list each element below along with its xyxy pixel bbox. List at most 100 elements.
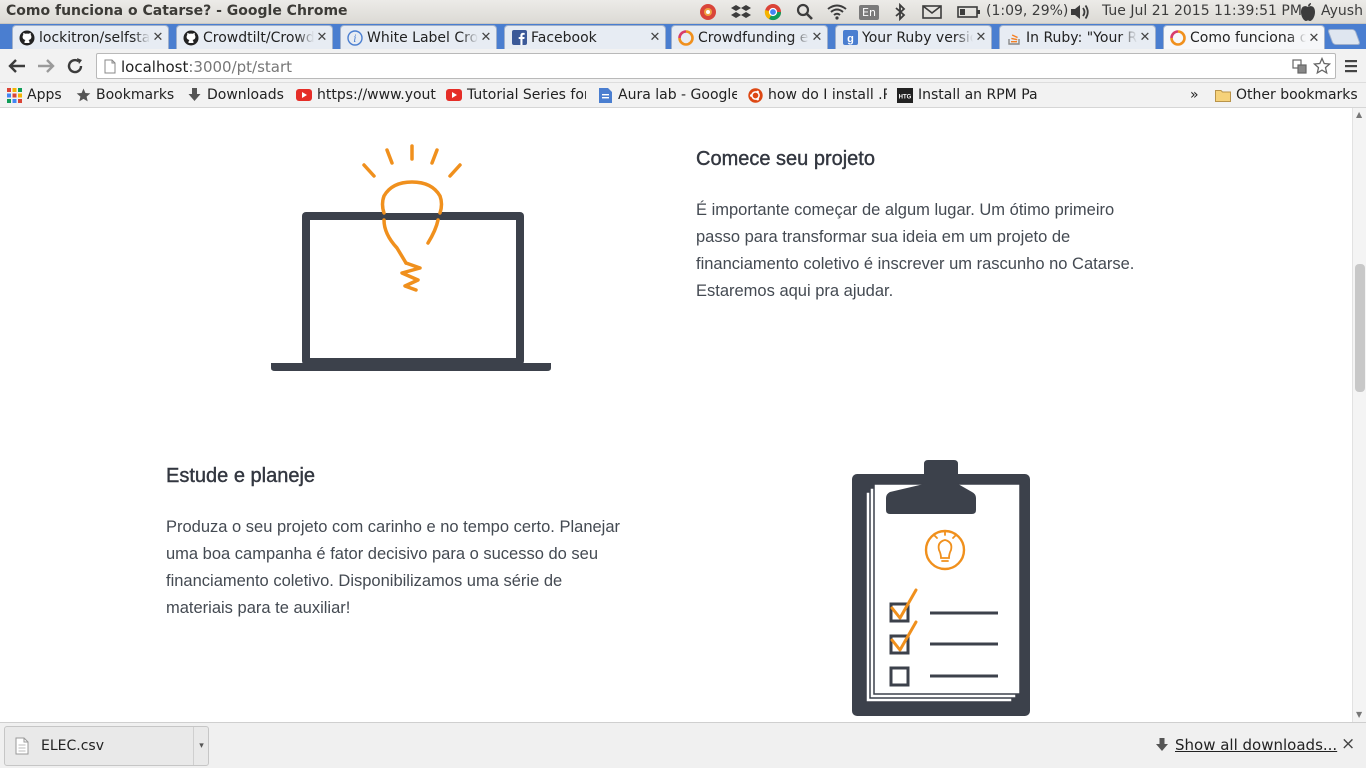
text-line: uma boa campanha é fator decisivo para o… <box>166 545 599 563</box>
bookmark-label: how do I install .RPM <box>768 87 887 103</box>
section-title-comece: Comece seu projeto <box>696 148 875 170</box>
chrome-icon[interactable] <box>762 2 784 22</box>
page-content: Comece seu projeto É importante começar … <box>0 108 1352 722</box>
bookmark-install-rpm-question[interactable]: how do I install .RPM <box>747 85 887 105</box>
hamburger-menu-icon <box>1345 60 1357 73</box>
clock[interactable]: Tue Jul 21 2015 11:39:51 PM <box>1102 3 1302 19</box>
tab-facebook[interactable]: Facebook ✕ <box>504 25 666 49</box>
battery-icon[interactable] <box>955 2 983 22</box>
clipboard-checklist-illustration <box>852 460 1030 716</box>
close-tab-icon[interactable]: ✕ <box>152 30 164 45</box>
tab-label: lockitron/selfstarter <box>39 29 150 46</box>
back-arrow-icon <box>8 59 25 73</box>
tab-label: White Label Crowdfunding <box>367 29 478 46</box>
scroll-up-arrow-icon[interactable]: ▲ <box>1356 110 1362 119</box>
laptop-lightbulb-illustration <box>271 144 551 371</box>
bookmark-label: Install an RPM Package <box>918 87 1037 103</box>
close-tab-icon[interactable]: ✕ <box>975 30 987 45</box>
mail-icon[interactable] <box>920 2 944 22</box>
close-shelf-icon[interactable]: × <box>1341 734 1355 754</box>
url-path: :3000/pt/start <box>188 58 293 76</box>
forward-button[interactable] <box>35 56 57 76</box>
stackoverflow-icon <box>1006 30 1022 46</box>
address-bar[interactable]: localhost:3000/pt/start <box>96 53 1336 79</box>
search-icon[interactable] <box>794 2 816 22</box>
download-options-chevron-icon[interactable]: ▾ <box>193 727 209 765</box>
scroll-down-arrow-icon[interactable]: ▼ <box>1356 710 1362 719</box>
tab-label: Your Ruby version <box>862 29 973 46</box>
folder-icon <box>1215 87 1231 103</box>
battery-status[interactable]: (1:09, 29%) <box>986 3 1068 19</box>
tab-label: Crowdfunding e <box>698 29 809 46</box>
tab-crowdfunding[interactable]: Crowdfunding e ✕ <box>671 25 828 49</box>
bookmark-label: Other bookmarks <box>1236 87 1358 103</box>
bookmark-downloads[interactable]: Downloads <box>186 85 284 105</box>
text-line: financiamento coletivo. Disponibilizamos… <box>166 572 563 590</box>
bookmark-install-rpm-package[interactable]: HTG Install an RPM Package <box>897 85 1037 105</box>
page-icon <box>104 59 116 74</box>
catarse-icon <box>678 29 694 46</box>
tab-in-ruby[interactable]: In Ruby: "Your Ruby ✕ <box>999 25 1156 49</box>
scrollbar-thumb[interactable] <box>1355 264 1365 392</box>
close-tab-icon[interactable]: ✕ <box>480 30 492 45</box>
close-tab-icon[interactable]: ✕ <box>1308 31 1320 46</box>
tab-white-label[interactable]: i White Label Crowdfunding ✕ <box>340 25 497 49</box>
url-text[interactable]: localhost:3000/pt/start <box>121 58 292 76</box>
close-tab-icon[interactable]: ✕ <box>649 30 661 45</box>
dropbox-icon[interactable] <box>730 2 752 22</box>
chrome-menu-button[interactable] <box>1340 56 1362 76</box>
bookmark-aura-lab[interactable]: Aura lab - Google <box>597 85 737 105</box>
tab-como-funciona[interactable]: Como funciona o Catarse? ✕ <box>1163 25 1325 50</box>
tab-crowdtilt[interactable]: Crowdtilt/CrowdtiltOpen ✕ <box>176 25 333 49</box>
bookmark-other-bookmarks[interactable]: Other bookmarks <box>1215 85 1358 105</box>
translate-icon[interactable] <box>1292 59 1307 74</box>
window-title: Como funciona o Catarse? - Google Chrome <box>6 3 348 19</box>
show-all-downloads-link[interactable]: Show all downloads... <box>1175 736 1337 754</box>
language-label: En <box>859 4 879 20</box>
url-host: localhost <box>121 58 189 76</box>
facebook-icon <box>511 30 527 46</box>
browser-toolbar: localhost:3000/pt/start <box>0 49 1366 83</box>
tab-lockitron[interactable]: lockitron/selfstarter ✕ <box>12 25 169 49</box>
new-tab-button[interactable] <box>1327 29 1361 45</box>
page-scrollbar[interactable]: ▲ ▼ <box>1352 108 1366 722</box>
forward-arrow-icon <box>38 59 55 73</box>
text-line: Produza o seu projeto com carinho e no t… <box>166 518 621 536</box>
bookmarks-overflow-button[interactable]: » <box>1190 85 1199 105</box>
ubuntu-icon <box>747 87 763 103</box>
bookmark-label: https://www.youtube <box>317 87 436 103</box>
tab-label: Como funciona o Catarse? <box>1190 30 1306 46</box>
bookmark-apps[interactable]: Apps <box>6 85 62 105</box>
svg-text:HTG: HTG <box>899 94 912 100</box>
file-icon <box>15 737 29 755</box>
bookmark-youtube[interactable]: https://www.youtube <box>296 85 436 105</box>
tab-ruby-version[interactable]: g Your Ruby version ✕ <box>835 25 992 49</box>
bookmark-bookmarks[interactable]: Bookmarks <box>75 85 174 105</box>
info-icon: i <box>347 29 363 46</box>
wifi-icon[interactable] <box>825 2 849 22</box>
user-name[interactable]: Ayush <box>1321 3 1363 19</box>
download-shelf: ELEC.csv ▾ Show all downloads... × <box>0 722 1366 768</box>
close-tab-icon[interactable]: ✕ <box>811 30 823 45</box>
bookmark-tutorial-series[interactable]: Tutorial Series for <box>446 85 586 105</box>
bookmark-star-icon[interactable] <box>1313 57 1331 75</box>
overflow-chevron-icon: » <box>1190 87 1199 103</box>
download-file-name: ELEC.csv <box>41 738 104 754</box>
keyboard-language-indicator[interactable]: En <box>858 2 880 22</box>
bluetooth-icon[interactable] <box>890 2 910 22</box>
bookmark-label: Aura lab - Google <box>618 87 737 103</box>
back-button[interactable] <box>6 56 28 76</box>
bookmark-label: Downloads <box>207 87 284 103</box>
shutter-icon[interactable] <box>697 2 719 22</box>
text-line: financiamento coletivo é inscrever um ra… <box>696 255 1135 273</box>
tab-label: Facebook <box>531 29 597 46</box>
text-line: passo para transformar sua ideia em um p… <box>696 228 1071 246</box>
volume-icon[interactable] <box>1068 2 1092 22</box>
apple-icon[interactable] <box>1297 2 1319 22</box>
reload-button[interactable] <box>64 56 86 76</box>
close-tab-icon[interactable]: ✕ <box>316 30 328 45</box>
text-line: É importante começar de algum lugar. Um … <box>696 201 1115 219</box>
close-tab-icon[interactable]: ✕ <box>1139 30 1151 45</box>
download-item[interactable]: ELEC.csv ▾ <box>4 726 209 766</box>
download-arrow-icon <box>1156 738 1168 751</box>
